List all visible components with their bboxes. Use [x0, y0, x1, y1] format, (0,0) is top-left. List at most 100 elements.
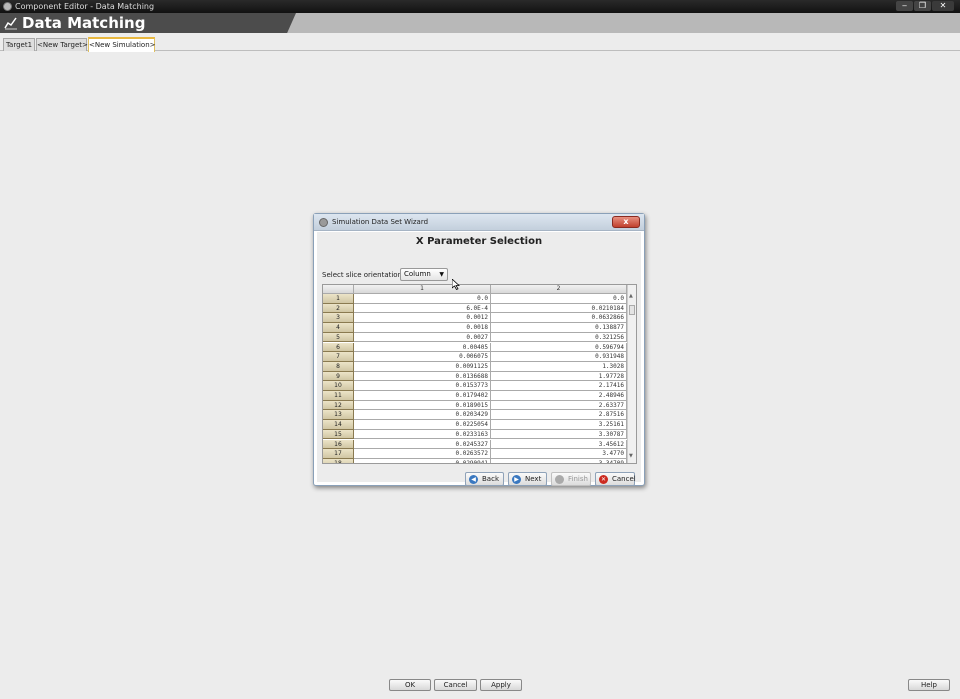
table-row[interactable]: 12 0.0189015 2.63377: [323, 400, 627, 411]
table-cell[interactable]: 0.0632866: [491, 313, 627, 324]
finish-button[interactable]: Finish: [551, 472, 591, 486]
table-cell[interactable]: 0.138877: [491, 323, 627, 333]
page-header: Data Matching: [0, 13, 960, 33]
table-cell[interactable]: 3.4770: [491, 449, 627, 459]
table-cell[interactable]: 0.0153773: [354, 381, 491, 391]
close-window-button[interactable]: ✕: [932, 1, 954, 11]
table-cell[interactable]: 2.87516: [491, 410, 627, 421]
table-cell[interactable]: 0.931948: [491, 352, 627, 362]
table-cell[interactable]: 0.0203429: [354, 410, 491, 421]
table-cell[interactable]: 0.0290941: [354, 458, 491, 463]
table-cell[interactable]: 0.0179402: [354, 391, 491, 401]
dialog-close-button[interactable]: x: [612, 216, 640, 228]
table-cell[interactable]: 3.30787: [491, 429, 627, 440]
back-button[interactable]: ◀ Back: [465, 472, 504, 486]
table-cell[interactable]: 2.63377: [491, 400, 627, 411]
table-cell[interactable]: 3.34709: [491, 458, 627, 463]
table-cell[interactable]: 0.0136688: [354, 371, 491, 382]
row-number[interactable]: 5: [323, 332, 354, 343]
row-number[interactable]: 11: [323, 391, 354, 401]
table-cell[interactable]: 0.0027: [354, 332, 491, 343]
cancel-wizard-button[interactable]: ✕ Cancel: [595, 472, 636, 486]
table-cell[interactable]: 0.596794: [491, 342, 627, 353]
table-cell[interactable]: 0.00405: [354, 342, 491, 353]
row-number[interactable]: 15: [323, 429, 354, 440]
table-cell[interactable]: 3.25161: [491, 420, 627, 430]
next-button[interactable]: ▶ Next: [508, 472, 547, 486]
row-number[interactable]: 10: [323, 381, 354, 391]
table-cell[interactable]: 0.0091125: [354, 361, 491, 372]
wizard-icon: [319, 218, 328, 227]
row-number[interactable]: 14: [323, 420, 354, 430]
table-cell[interactable]: 6.0E-4: [354, 303, 491, 314]
column-header[interactable]: 1: [354, 285, 491, 294]
data-table[interactable]: 1 2 1 0.0 0.0 2 6.0E-4 0.0210184 3 0.0012 0.0632…: [322, 284, 637, 464]
table-cell[interactable]: 1.3028: [491, 361, 627, 372]
table-row[interactable]: 17 0.0263572 3.4770: [323, 449, 627, 459]
tab-new-simulation[interactable]: <New Simulation>: [88, 37, 156, 52]
table-cell[interactable]: 3.45612: [491, 439, 627, 450]
help-button[interactable]: Help: [908, 679, 950, 691]
column-header[interactable]: 2: [491, 285, 627, 294]
table-cell[interactable]: 0.321256: [491, 332, 627, 343]
table-cell[interactable]: 0.0263572: [354, 449, 491, 459]
table-row[interactable]: 16 0.0245327 3.45612: [323, 439, 627, 450]
table-cell[interactable]: 0.0: [491, 294, 627, 304]
maximize-button[interactable]: ❐: [914, 1, 931, 11]
row-number[interactable]: 6: [323, 342, 354, 353]
table-row[interactable]: 11 0.0179402 2.48946: [323, 391, 627, 401]
row-number[interactable]: 8: [323, 361, 354, 372]
page-title: Data Matching: [22, 14, 146, 32]
row-number[interactable]: 13: [323, 410, 354, 421]
vertical-scrollbar[interactable]: ▲ ▼: [627, 285, 636, 463]
table-cell[interactable]: 1.97728: [491, 371, 627, 382]
tab-new-target[interactable]: <New Target>: [36, 38, 88, 51]
table-cell[interactable]: 0.0233163: [354, 429, 491, 440]
table-cell[interactable]: 2.48946: [491, 391, 627, 401]
scroll-thumb[interactable]: [629, 305, 635, 315]
table-row[interactable]: 2 6.0E-4 0.0210184: [323, 303, 627, 314]
table-row[interactable]: 7 0.006075 0.931948: [323, 352, 627, 362]
table-cell[interactable]: 2.17416: [491, 381, 627, 391]
table-row[interactable]: 10 0.0153773 2.17416: [323, 381, 627, 391]
row-number[interactable]: 7: [323, 352, 354, 362]
table-row[interactable]: 9 0.0136688 1.97728: [323, 371, 627, 382]
apply-button[interactable]: Apply: [480, 679, 522, 691]
table-cell[interactable]: 0.0245327: [354, 439, 491, 450]
scroll-down-icon[interactable]: ▼: [629, 453, 633, 459]
row-number[interactable]: 2: [323, 303, 354, 314]
table-row[interactable]: 6 0.00405 0.596794: [323, 342, 627, 353]
table-row[interactable]: 4 0.0018 0.138877: [323, 323, 627, 333]
row-number[interactable]: 18: [323, 458, 354, 463]
table-row[interactable]: 18 0.0290941 3.34709: [323, 458, 627, 463]
table-row[interactable]: 3 0.0012 0.0632866: [323, 313, 627, 324]
row-number[interactable]: 4: [323, 323, 354, 333]
app-icon: [3, 2, 12, 11]
table-cell[interactable]: 0.0225054: [354, 420, 491, 430]
table-row[interactable]: 14 0.0225054 3.25161: [323, 420, 627, 430]
row-number[interactable]: 17: [323, 449, 354, 459]
table-cell[interactable]: 0.006075: [354, 352, 491, 362]
orientation-select[interactable]: Column ▼: [400, 268, 448, 281]
table-cell[interactable]: 0.0018: [354, 323, 491, 333]
table-cell[interactable]: 0.0210184: [491, 303, 627, 314]
table-cell[interactable]: 0.0: [354, 294, 491, 304]
row-number[interactable]: 16: [323, 439, 354, 450]
table-cell[interactable]: 0.0012: [354, 313, 491, 324]
row-number[interactable]: 9: [323, 371, 354, 382]
ok-button[interactable]: OK: [389, 679, 431, 691]
row-number[interactable]: 3: [323, 313, 354, 324]
tab-target1[interactable]: Target1: [3, 38, 35, 51]
row-number[interactable]: 1: [323, 294, 354, 304]
table-row[interactable]: 1 0.0 0.0: [323, 294, 627, 304]
table-row[interactable]: 8 0.0091125 1.3028: [323, 361, 627, 372]
row-number[interactable]: 12: [323, 400, 354, 411]
table-row[interactable]: 5 0.0027 0.321256: [323, 332, 627, 343]
minimize-button[interactable]: ‒: [896, 1, 913, 11]
dialog-title: Simulation Data Set Wizard: [332, 218, 429, 226]
cancel-button[interactable]: Cancel: [434, 679, 477, 691]
table-cell[interactable]: 0.0189015: [354, 400, 491, 411]
table-row[interactable]: 13 0.0203429 2.87516: [323, 410, 627, 421]
scroll-up-icon[interactable]: ▲: [629, 293, 633, 299]
table-row[interactable]: 15 0.0233163 3.30787: [323, 429, 627, 440]
